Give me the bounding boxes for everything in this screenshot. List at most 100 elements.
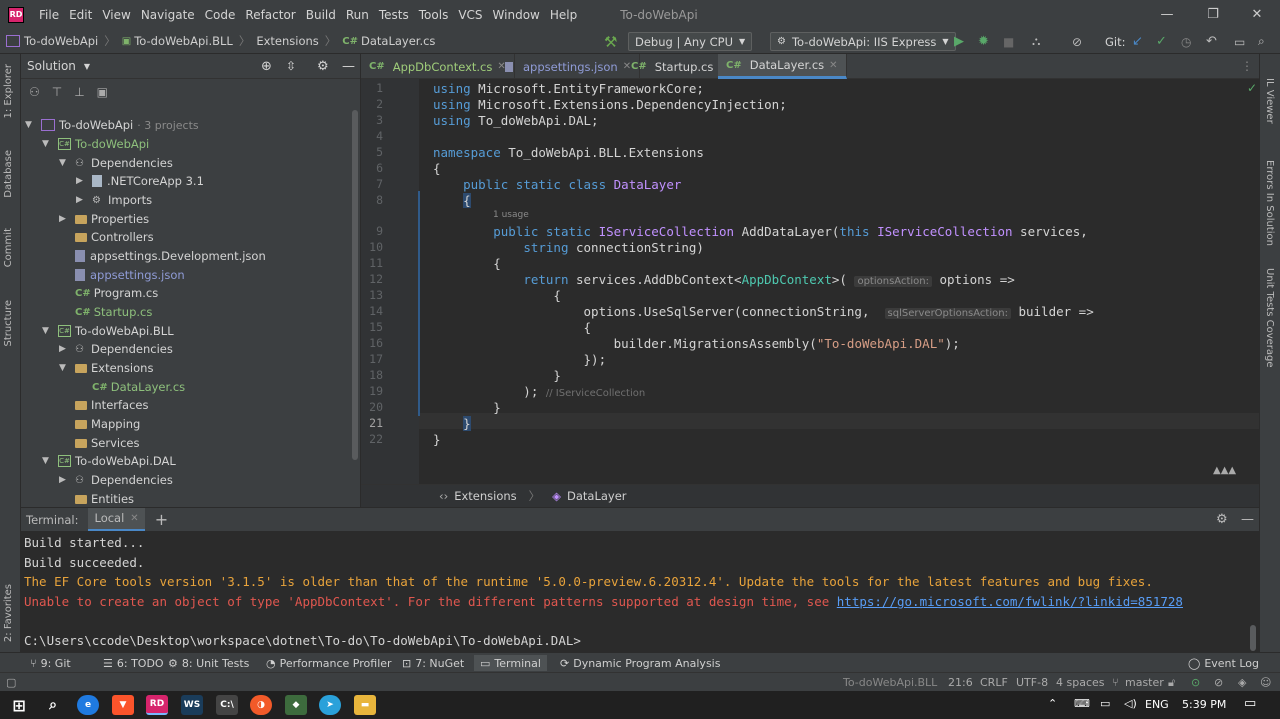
search-icon[interactable]: ⌕ (1258, 32, 1265, 51)
solution-view-select[interactable]: Solution (27, 59, 76, 73)
windows-start-icon[interactable]: ⊞ (8, 695, 30, 715)
expanded-arrow-icon[interactable]: ▼ (42, 326, 52, 336)
collapsed-arrow-icon[interactable]: ▶ (76, 176, 86, 186)
breadcrumb-folder[interactable]: Extensions 〉 (256, 33, 336, 49)
code-line[interactable]: } (433, 400, 501, 415)
hide-panel-icon[interactable]: — (342, 59, 355, 74)
language-indicator[interactable]: ENG (1145, 698, 1169, 711)
menu-tests[interactable]: Tests (374, 8, 414, 22)
tree-item-folder[interactable]: Interfaces (59, 396, 148, 415)
inspection-ok-icon[interactable]: ✓ (1247, 81, 1257, 95)
tree-item-json[interactable]: appsettings.Development.json (59, 247, 266, 266)
tool-tab-profiler[interactable]: ◔ Performance Profiler (266, 655, 392, 671)
tool-tab-coverage[interactable]: Unit Tests Coverage (1264, 268, 1275, 368)
tool-tab-database[interactable]: Database (3, 150, 14, 198)
history-icon[interactable]: ◷ (1181, 32, 1191, 51)
tree-item-cs[interactable]: C# Program.cs (59, 284, 158, 303)
code-line[interactable]: return services.AddDbContext<AppDbContex… (433, 272, 1015, 287)
tab-datalayer[interactable]: C# DataLayer.cs ✕ (718, 54, 847, 79)
gitkraken-icon[interactable]: ◆ (285, 695, 307, 715)
menu-run[interactable]: Run (341, 8, 374, 22)
clock[interactable]: 5:39 PM (1182, 698, 1226, 711)
status-indent[interactable]: 4 spaces (1056, 676, 1105, 689)
tree-item-project[interactable]: ▼ C# To-doWebApi (42, 135, 149, 154)
stop-icon[interactable]: ■ (1003, 32, 1014, 51)
inspection-status-icon[interactable]: ⊙ (1191, 676, 1200, 689)
toggle-tool-windows-icon[interactable]: ▢ (6, 676, 16, 689)
volume-icon[interactable]: ◁) (1124, 697, 1137, 710)
rollback-icon[interactable]: ↶ (1206, 32, 1217, 51)
code-line[interactable]: } (433, 416, 471, 431)
menu-edit[interactable]: Edit (64, 8, 97, 22)
tool-tab-commit[interactable]: Commit (3, 228, 14, 267)
code-line[interactable]: public static class DataLayer (433, 177, 681, 192)
add-terminal-icon[interactable]: + (155, 510, 168, 529)
usage-hint[interactable]: 1 usage (493, 210, 529, 220)
status-project[interactable]: To-doWebApi.BLL (843, 676, 937, 689)
tree-item-folder[interactable]: Services (59, 434, 140, 453)
code-line[interactable]: builder.MigrationsAssembly("To-doWebApi.… (433, 336, 960, 351)
breadcrumb-class[interactable]: DataLayer (567, 489, 627, 503)
tree-item-folder[interactable]: Controllers (59, 228, 154, 247)
breadcrumb-namespace[interactable]: Extensions (454, 489, 516, 503)
locate-icon[interactable]: ⊕ (261, 59, 272, 74)
menu-build[interactable]: Build (301, 8, 341, 22)
reader-mode-icon[interactable]: ▲▲▲ (1213, 465, 1236, 476)
expanded-arrow-icon[interactable]: ▼ (59, 158, 69, 168)
code-line[interactable]: { (433, 320, 592, 335)
tabs-menu-icon[interactable]: ⋮ (1241, 59, 1253, 73)
terminal-tab-local[interactable]: Local ✕ (88, 507, 145, 532)
code-line[interactable]: } (433, 368, 561, 383)
tree-item-cs[interactable]: C# DataLayer.cs (76, 378, 185, 397)
event-log-button[interactable]: ◯ Event Log (1188, 655, 1259, 671)
code-line[interactable]: } (433, 432, 441, 447)
tool-tab-favorites[interactable]: 2: Favorites (3, 584, 14, 642)
file-explorer-icon[interactable]: ▬ (354, 695, 376, 715)
configuration-select[interactable]: Debug | Any CPU ▼ (628, 32, 753, 51)
expanded-arrow-icon[interactable]: ▼ (42, 139, 52, 149)
debug-icon[interactable]: ✹ (978, 32, 989, 51)
expanded-arrow-icon[interactable]: ▼ (59, 363, 69, 373)
breadcrumb-project[interactable]: ▣ To-doWebApi.BLL 〉 (122, 33, 251, 49)
code-line[interactable]: { (433, 256, 501, 271)
tree-item-folder[interactable]: Entities (59, 490, 134, 509)
chevron-down-icon[interactable]: ▼ (84, 62, 90, 71)
action-center-icon[interactable]: ▭ (1244, 696, 1256, 711)
tree-item-gear[interactable]: ▶ ⚙ Imports (76, 191, 152, 210)
tree-item-cs[interactable]: C# Startup.cs (59, 303, 152, 322)
build-hammer-icon[interactable]: ⚒ (604, 32, 617, 51)
tool-tab-git[interactable]: ⑂ 9: Git (30, 655, 71, 671)
status-position[interactable]: 21:6 (948, 676, 973, 689)
network-icon[interactable]: ⌨ (1074, 697, 1090, 710)
terminal-scrollbar[interactable] (1250, 625, 1256, 651)
attach-icon[interactable]: ⛬ (1032, 32, 1040, 51)
restore-icon[interactable]: ❐ (1190, 0, 1236, 29)
breadcrumb-solution[interactable]: To-doWebApi 〉 (6, 33, 116, 49)
webstorm-icon[interactable]: WS (181, 695, 203, 715)
terminal-output[interactable]: Build started... Build succeeded. The EF… (21, 531, 1259, 652)
code-line[interactable]: namespace To_doWebApi.BLL.Extensions (433, 145, 704, 160)
menu-window[interactable]: Window (488, 8, 545, 22)
run-icon[interactable]: ▶ (954, 32, 964, 51)
status-branch[interactable]: master (1125, 676, 1164, 689)
code-line[interactable]: { (433, 193, 471, 208)
tool-tab-errors[interactable]: Errors In Solution (1264, 160, 1275, 246)
tree-item-deps[interactable]: ▶ ⚇ Dependencies (59, 340, 173, 359)
close-tab-icon[interactable]: ✕ (130, 513, 138, 524)
menu-view[interactable]: View (97, 8, 135, 22)
status-encoding[interactable]: UTF-8 (1016, 676, 1048, 689)
menu-help[interactable]: Help (545, 8, 582, 22)
tool-tab-nuget[interactable]: ⊡ 7: NuGet (402, 655, 464, 671)
rider-icon[interactable]: RD (146, 695, 168, 715)
code-line[interactable]: public static IServiceCollection AddData… (433, 224, 1088, 239)
code-line[interactable]: }); (433, 352, 607, 367)
coverage-icon[interactable]: ⊘ (1072, 32, 1082, 51)
code-line[interactable]: ); // IServiceCollection (433, 384, 645, 399)
tray-chevron-icon[interactable]: ⌃ (1048, 697, 1057, 710)
expanded-arrow-icon[interactable]: ▼ (42, 456, 52, 466)
gear-icon[interactable]: ⚙ (1216, 512, 1228, 527)
tree-item-project[interactable]: ▼ C# To-doWebApi.DAL (42, 452, 176, 471)
preview-icon[interactable]: ▣ (97, 85, 108, 99)
lock-icon[interactable]: 🔓︎ (1168, 676, 1175, 690)
memory-icon[interactable]: ⊘ (1214, 676, 1223, 689)
